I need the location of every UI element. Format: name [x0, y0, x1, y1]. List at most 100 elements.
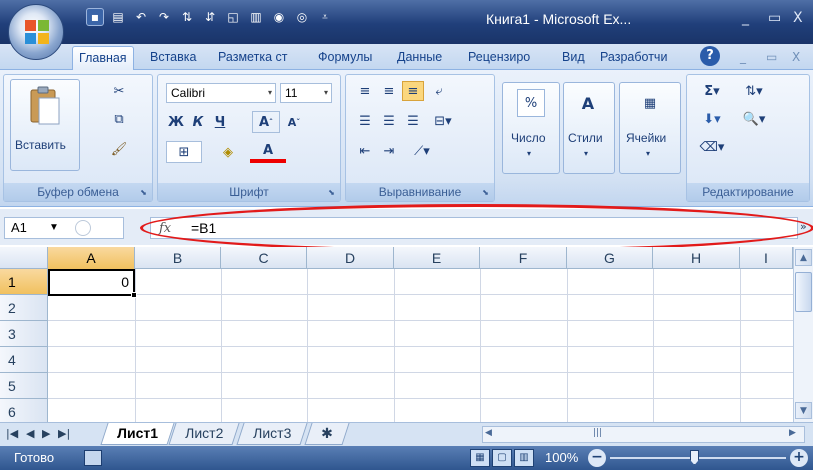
chevron-down-icon[interactable]: ▼ — [49, 218, 59, 238]
tab-page-layout[interactable]: Разметка ст — [218, 50, 287, 64]
record-icon[interactable]: ◉ — [270, 8, 288, 26]
row-header-4[interactable]: 4 — [0, 347, 48, 373]
tab-view[interactable]: Вид — [562, 50, 585, 64]
insert-sheet-button[interactable]: ✱ — [304, 423, 350, 445]
column-header-g[interactable]: G — [567, 247, 653, 269]
scroll-down-icon[interactable]: ▼ — [795, 402, 812, 419]
redo-icon[interactable]: ↷ — [155, 8, 173, 26]
row-header-5[interactable]: 5 — [0, 373, 48, 399]
new-sheet-icon[interactable]: ▤ — [109, 8, 127, 26]
align-center-icon[interactable]: ☰ — [378, 111, 400, 131]
ribbon-restore-icon[interactable]: ▭ — [766, 50, 777, 64]
macro-recording-icon[interactable] — [84, 450, 102, 466]
tab-home[interactable]: Главная — [72, 46, 134, 70]
column-header-c[interactable]: C — [221, 247, 307, 269]
column-header-h[interactable]: H — [653, 247, 740, 269]
scroll-right-icon[interactable]: ▶ — [789, 428, 796, 438]
help-icon[interactable]: ? — [700, 46, 720, 66]
tab-insert[interactable]: Вставка — [150, 50, 196, 64]
merge-center-icon[interactable]: ⊟▾ — [428, 111, 458, 131]
font-color-icon[interactable]: A — [250, 141, 286, 163]
sheet-tab-1[interactable]: Лист1 — [100, 423, 175, 445]
styles-button[interactable]: A Стили ▾ — [563, 82, 615, 174]
sort-filter-icon[interactable]: ⇅▾ — [737, 81, 771, 101]
scroll-left-icon[interactable]: ◀ — [485, 428, 492, 438]
active-cell-a1[interactable]: 0 — [48, 269, 135, 296]
zoom-level[interactable]: 100% — [545, 450, 578, 465]
orientation-icon[interactable]: ⟋▾ — [404, 141, 440, 161]
first-sheet-icon[interactable]: |◀ — [6, 427, 18, 440]
minimize-button[interactable]: _ — [742, 10, 749, 26]
insert-chart-icon[interactable]: ▥ — [247, 8, 265, 26]
cut-icon[interactable]: ✂ — [108, 81, 130, 101]
align-top-icon[interactable]: ≡ — [354, 81, 376, 101]
clear-icon[interactable]: ⌫▾ — [695, 137, 729, 157]
office-button[interactable] — [8, 4, 64, 60]
vertical-scrollbar[interactable]: ▲ ▼ — [793, 247, 813, 422]
sheet-tab-2[interactable]: Лист2 — [168, 423, 240, 445]
number-button[interactable]: % Число ▾ — [502, 82, 560, 174]
scroll-thumb[interactable] — [795, 272, 812, 312]
next-sheet-icon[interactable]: ▶ — [42, 427, 50, 440]
font-launcher-icon[interactable]: ⬊ — [326, 187, 337, 198]
undo-icon[interactable]: ↶ — [132, 8, 150, 26]
column-header-b[interactable]: B — [135, 247, 221, 269]
scroll-grip-icon[interactable]: ||| — [593, 428, 602, 438]
scroll-up-icon[interactable]: ▲ — [795, 249, 812, 266]
sort-ascending-icon[interactable]: ⇅ — [178, 8, 196, 26]
zoom-in-icon[interactable]: + — [790, 449, 808, 467]
align-bottom-icon[interactable]: ≡ — [402, 81, 424, 101]
zoom-slider-thumb[interactable] — [690, 450, 699, 465]
zoom-out-icon[interactable]: − — [588, 449, 606, 467]
fill-icon[interactable]: ⬇▾ — [695, 109, 729, 129]
print-preview-icon[interactable]: ◱ — [224, 8, 242, 26]
close-button[interactable]: X — [793, 10, 803, 26]
underline-button[interactable]: Ч — [210, 111, 230, 133]
page-layout-view-icon[interactable]: ▢ — [492, 449, 512, 467]
tab-data[interactable]: Данные — [397, 50, 442, 64]
align-left-icon[interactable]: ☰ — [354, 111, 376, 131]
decrease-indent-icon[interactable]: ⇤ — [354, 141, 376, 161]
italic-button[interactable]: К — [188, 111, 208, 133]
autosum-button[interactable]: Σ ▾ — [695, 81, 729, 101]
increase-font-icon[interactable]: Aˆ — [252, 111, 280, 133]
tab-formulas[interactable]: Формулы — [318, 50, 372, 64]
font-size-select[interactable]: 11 ▾ — [280, 83, 332, 103]
increase-indent-icon[interactable]: ⇥ — [378, 141, 400, 161]
ribbon-close-icon[interactable]: X — [792, 50, 800, 64]
fx-icon[interactable]: fx — [159, 219, 171, 239]
borders-icon[interactable]: ⊞ — [166, 141, 202, 163]
align-right-icon[interactable]: ☰ — [402, 111, 424, 131]
maximize-button[interactable]: ▭ — [768, 10, 781, 26]
expand-formula-icon[interactable]: » — [800, 220, 807, 233]
copy-icon[interactable]: ⧉ — [108, 109, 130, 129]
save-icon[interactable]: ▪ — [86, 8, 104, 26]
cells-button[interactable]: ▦ Ячейки ▾ — [619, 82, 681, 174]
tab-developer[interactable]: Разработчи — [600, 50, 667, 64]
column-header-a[interactable]: A — [48, 247, 135, 269]
row-header-3[interactable]: 3 — [0, 321, 48, 347]
name-box[interactable]: A1 ▼ — [4, 217, 124, 239]
last-sheet-icon[interactable]: ▶| — [58, 427, 70, 440]
row-header-2[interactable]: 2 — [0, 295, 48, 321]
fill-handle[interactable] — [131, 292, 137, 298]
row-header-6[interactable]: 6 — [0, 399, 48, 422]
forward-icon[interactable]: ◎ — [293, 8, 311, 26]
font-name-select[interactable]: Calibri ▾ — [166, 83, 276, 103]
prev-sheet-icon[interactable]: ◀ — [26, 427, 34, 440]
sort-descending-icon[interactable]: ⇵ — [201, 8, 219, 26]
page-break-view-icon[interactable]: ▥ — [514, 449, 534, 467]
tab-review[interactable]: Рецензиро — [468, 50, 530, 64]
bold-button[interactable]: Ж — [166, 111, 186, 133]
column-header-d[interactable]: D — [307, 247, 394, 269]
worksheet-grid[interactable]: A B C D E F G H I 1 2 3 4 5 6 0 — [0, 247, 793, 422]
column-header-f[interactable]: F — [480, 247, 567, 269]
customize-qat-icon[interactable]: ⩡ — [316, 8, 334, 26]
paste-button[interactable]: Вставить — [10, 79, 80, 171]
clipboard-launcher-icon[interactable]: ⬊ — [138, 187, 149, 198]
row-header-1[interactable]: 1 — [0, 269, 48, 295]
fill-color-icon[interactable]: ◈ — [210, 141, 246, 163]
sheet-tab-3[interactable]: Лист3 — [236, 423, 308, 445]
formula-input[interactable]: fx =B1 — [150, 217, 798, 239]
decrease-font-icon[interactable]: Aˇ — [282, 111, 306, 133]
